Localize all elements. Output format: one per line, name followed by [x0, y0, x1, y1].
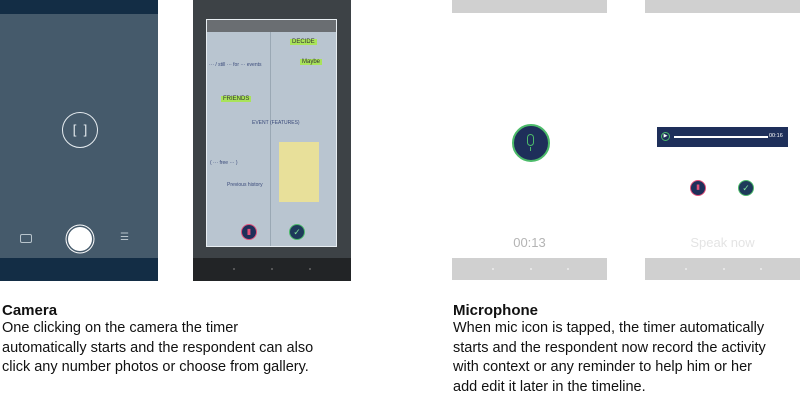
settings-sliders-icon[interactable]: ☰: [120, 232, 129, 243]
nav-bar: [193, 258, 351, 281]
clipboard-clip: [207, 20, 336, 32]
camera-screen: [ ] ☰: [0, 0, 158, 281]
note-label: Maybe: [300, 59, 323, 65]
mic-recording-screen: 00:13: [452, 0, 607, 281]
status-bar: [452, 0, 607, 13]
scan-frame-icon[interactable]: [ ]: [62, 112, 98, 148]
caption-line: One clicking on the camera the timer: [2, 320, 239, 336]
note-label: FRIENDS: [221, 96, 252, 102]
caption-line: automatically starts and the respondent …: [2, 339, 314, 356]
captured-photo: DECIDE Maybe FRIENDS EVENT (FEATURES) ··…: [206, 19, 337, 247]
note-label: EVENT (FEATURES): [252, 120, 300, 126]
caption-line: When mic icon is tapped, the timer autom…: [453, 320, 765, 336]
speak-now-hint: Speak now: [690, 235, 755, 250]
caption-line: starts and the respondent now record the…: [453, 339, 766, 356]
play-icon[interactable]: ▶: [661, 132, 670, 141]
microphone-caption: Microphone When mic icon is tapped, the …: [453, 302, 805, 397]
mic-review-screen: ▶ 00:16 ▮ ✓ Speak now: [645, 0, 800, 281]
switch-camera-icon[interactable]: [20, 234, 32, 243]
microphone-icon: [527, 134, 534, 146]
recording-timer: 00:13: [513, 235, 546, 250]
microphone-button[interactable]: [512, 124, 550, 162]
caption-title: Camera: [2, 302, 58, 319]
status-bar: [645, 0, 800, 13]
caption-line: add edit it later in the timeline.: [453, 378, 646, 395]
nav-bar: [645, 258, 800, 280]
note-label: DECIDE: [290, 39, 317, 45]
nav-bar: [452, 258, 607, 280]
audio-duration: 00:16: [769, 133, 783, 139]
delete-icon[interactable]: ▮: [241, 224, 257, 240]
caption-line: with context or any reminder to help him…: [453, 359, 752, 375]
camera-caption: Camera One clicking on the camera the ti…: [2, 302, 422, 378]
audio-progress-track[interactable]: [674, 136, 768, 138]
sticky-note: [279, 142, 319, 202]
caption-line: click any number photos or choose from g…: [2, 359, 309, 375]
shutter-button[interactable]: [68, 227, 92, 251]
check-icon[interactable]: ✓: [289, 224, 305, 240]
check-icon[interactable]: ✓: [738, 180, 754, 196]
photo-preview-screen: DECIDE Maybe FRIENDS EVENT (FEATURES) ··…: [193, 0, 351, 281]
audio-player: ▶ 00:16: [657, 127, 788, 147]
caption-title: Microphone: [453, 302, 538, 319]
status-bar: [0, 0, 158, 14]
delete-icon[interactable]: ▮: [690, 180, 706, 196]
nav-bar: [0, 258, 158, 281]
